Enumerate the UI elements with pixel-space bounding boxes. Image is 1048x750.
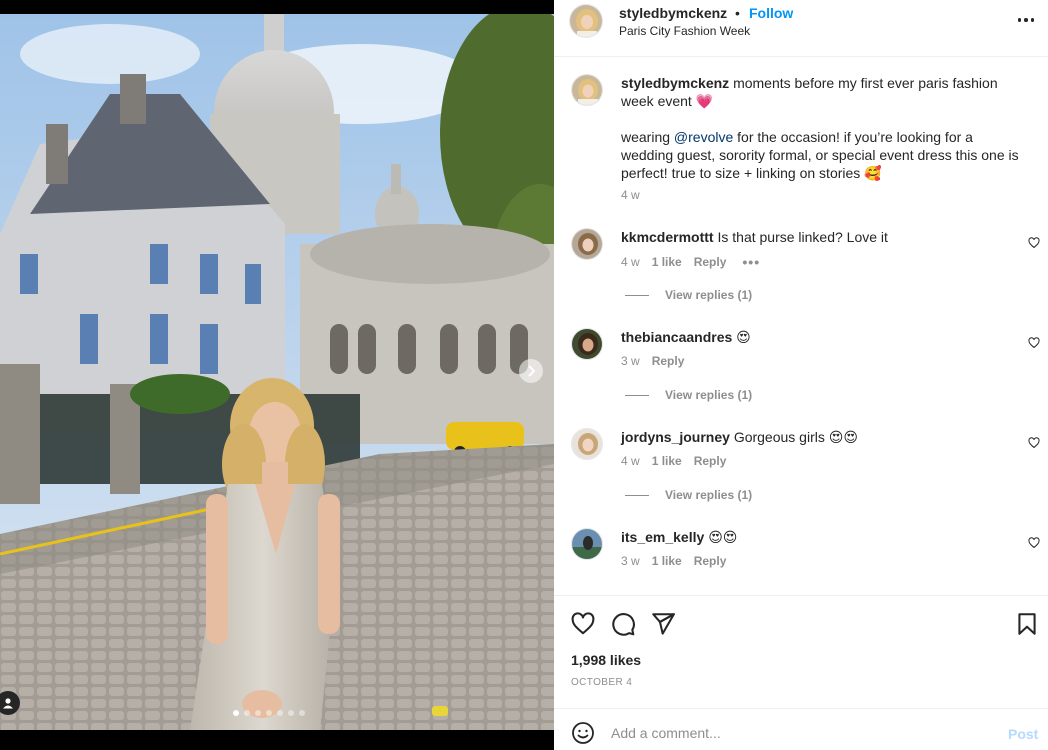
commenter-avatar[interactable] bbox=[571, 528, 603, 560]
comment-bubble-icon[interactable] bbox=[610, 611, 636, 637]
user-icon bbox=[3, 698, 13, 709]
comment-like-heart-icon[interactable] bbox=[1028, 337, 1040, 349]
caption-mention-link[interactable]: @revolve bbox=[674, 129, 733, 145]
comment-text: thebiancaandres 😍 bbox=[621, 328, 1026, 346]
like-heart-icon[interactable] bbox=[570, 611, 596, 637]
view-replies-button[interactable]: View replies (1) bbox=[625, 388, 752, 402]
comment-body: 😍 bbox=[736, 329, 751, 345]
comment-meta: 4 w 1 like Reply bbox=[621, 454, 726, 468]
comment-text: its_em_kelly 😍😍 bbox=[621, 528, 1026, 546]
commenter-avatar-image bbox=[572, 429, 602, 459]
caption-avatar[interactable] bbox=[571, 74, 603, 106]
post-date[interactable]: OCTOBER 4 bbox=[571, 677, 632, 688]
comment-meta: 3 w Reply bbox=[621, 354, 684, 368]
comment-username[interactable]: its_em_kelly bbox=[621, 529, 704, 545]
more-dot bbox=[1030, 18, 1035, 22]
next-image-button[interactable] bbox=[519, 359, 543, 383]
comment-meta: 4 w 1 like Reply ••• bbox=[621, 254, 760, 270]
caption-avatar-image bbox=[572, 75, 602, 105]
comment-reply-button[interactable]: Reply bbox=[694, 554, 727, 568]
more-options-button[interactable] bbox=[1014, 10, 1038, 30]
add-comment-bar: Post bbox=[554, 708, 1048, 750]
comment-time[interactable]: 3 w bbox=[621, 354, 640, 368]
comment-text: jordyns_journey Gorgeous girls 😍😍 bbox=[621, 428, 1026, 446]
view-replies-line bbox=[625, 494, 649, 496]
author-avatar[interactable] bbox=[569, 4, 603, 38]
more-dot bbox=[1024, 18, 1028, 22]
comment-reply-button[interactable]: Reply bbox=[652, 354, 685, 368]
comment-like-heart-icon[interactable] bbox=[1028, 237, 1040, 249]
like-count[interactable]: 1,998 likes bbox=[571, 652, 641, 668]
view-replies-line bbox=[625, 394, 649, 396]
caption-meta: 4 w bbox=[621, 188, 652, 202]
post-header: styledbymckenz • Follow Paris City Fashi… bbox=[554, 0, 1048, 57]
commenter-avatar[interactable] bbox=[571, 428, 603, 460]
comment-body: Gorgeous girls 😍😍 bbox=[733, 429, 858, 445]
caption-username[interactable]: styledbymckenz bbox=[621, 75, 729, 91]
post-photo[interactable] bbox=[0, 14, 554, 730]
carousel-dot bbox=[233, 710, 239, 716]
comment-like-heart-icon[interactable] bbox=[1028, 537, 1040, 549]
carousel-dot bbox=[299, 710, 305, 716]
caption-time[interactable]: 4 w bbox=[621, 188, 640, 202]
commenter-avatar-image bbox=[572, 229, 602, 259]
author-avatar-image bbox=[570, 5, 602, 37]
comment-body: 😍😍 bbox=[708, 529, 738, 545]
post-comment-button[interactable]: Post bbox=[1008, 726, 1038, 742]
comment-time[interactable]: 3 w bbox=[621, 554, 640, 568]
view-replies-label: View replies (1) bbox=[665, 488, 753, 502]
view-replies-button[interactable]: View replies (1) bbox=[625, 488, 752, 502]
comment-reply-button[interactable]: Reply bbox=[694, 255, 727, 269]
caption-line2-prefix: wearing bbox=[621, 129, 674, 145]
commenter-avatar[interactable] bbox=[571, 228, 603, 260]
post-media bbox=[0, 0, 554, 750]
post-side-panel: styledbymckenz • Follow Paris City Fashi… bbox=[554, 0, 1048, 750]
follow-button[interactable]: Follow bbox=[749, 5, 793, 21]
comment-body: Is that purse linked? Love it bbox=[717, 229, 888, 245]
comment-username[interactable]: thebiancaandres bbox=[621, 329, 732, 345]
comment-username[interactable]: jordyns_journey bbox=[621, 429, 730, 445]
comments-list[interactable]: styledbymckenz moments before my first e… bbox=[554, 58, 1048, 595]
photo-illustration bbox=[0, 14, 554, 730]
carousel-dot bbox=[277, 710, 283, 716]
view-replies-label: View replies (1) bbox=[665, 388, 753, 402]
comment-time[interactable]: 4 w bbox=[621, 454, 640, 468]
comment-like-heart-icon[interactable] bbox=[1028, 437, 1040, 449]
commenter-avatar-image bbox=[572, 529, 602, 559]
comment-input[interactable] bbox=[611, 722, 991, 744]
comment-more-button[interactable]: ••• bbox=[742, 254, 760, 270]
view-replies-line bbox=[625, 294, 649, 296]
header-separator: • bbox=[735, 5, 740, 21]
view-replies-label: View replies (1) bbox=[665, 288, 753, 302]
carousel-dot bbox=[255, 710, 261, 716]
emoji-icon[interactable] bbox=[571, 721, 595, 745]
author-username[interactable]: styledbymckenz bbox=[619, 5, 727, 21]
media-bottom-bar bbox=[0, 730, 554, 750]
post-actions: 1,998 likes OCTOBER 4 bbox=[554, 595, 1048, 707]
comment-likes[interactable]: 1 like bbox=[652, 554, 682, 568]
comment-reply-button[interactable]: Reply bbox=[694, 454, 727, 468]
post-location[interactable]: Paris City Fashion Week bbox=[619, 24, 750, 38]
chevron-right-icon bbox=[528, 365, 536, 377]
comment-likes[interactable]: 1 like bbox=[652, 454, 682, 468]
comment-username[interactable]: kkmcdermottt bbox=[621, 229, 714, 245]
carousel-dot bbox=[266, 710, 272, 716]
comment-time[interactable]: 4 w bbox=[621, 255, 640, 269]
share-send-icon[interactable] bbox=[650, 611, 676, 637]
more-dot bbox=[1017, 18, 1022, 22]
carousel-dot bbox=[244, 710, 250, 716]
bookmark-icon[interactable] bbox=[1014, 611, 1040, 637]
commenter-avatar[interactable] bbox=[571, 328, 603, 360]
view-replies-button[interactable]: View replies (1) bbox=[625, 288, 752, 302]
media-top-bar bbox=[0, 0, 554, 14]
comment-meta: 3 w 1 like Reply bbox=[621, 554, 726, 568]
comment-text: kkmcdermottt Is that purse linked? Love … bbox=[621, 228, 1026, 246]
comment-likes[interactable]: 1 like bbox=[652, 255, 682, 269]
carousel-dots bbox=[233, 710, 305, 716]
caption-text: styledbymckenz moments before my first e… bbox=[621, 74, 1026, 182]
carousel-dot bbox=[288, 710, 294, 716]
commenter-avatar-image bbox=[572, 329, 602, 359]
